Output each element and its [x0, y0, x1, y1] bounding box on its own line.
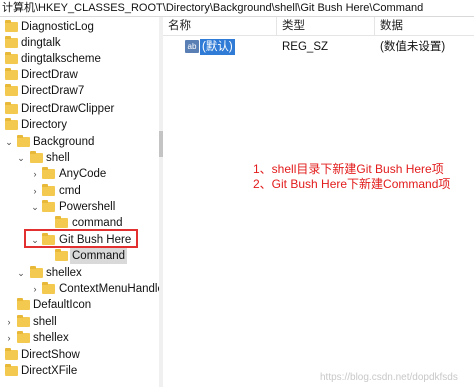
tree-item-directdraw7[interactable]: DirectDraw7 [0, 83, 162, 99]
tree-item-label: DirectXFile [21, 365, 78, 377]
tree-item-label: shell [46, 152, 70, 164]
tree-item-shell-2[interactable]: › shell [0, 314, 162, 330]
folder-icon [5, 52, 18, 64]
folder-icon [5, 36, 18, 48]
tree-item-contextmenuhandler[interactable]: › ContextMenuHandler [0, 281, 163, 297]
folder-icon [55, 216, 68, 228]
tree-item-defaulticon[interactable]: DefaultIcon [0, 297, 162, 313]
list-header: 名称 类型 数据 [163, 17, 474, 36]
value-data: (数值未设置) [380, 41, 446, 53]
folder-icon [5, 20, 18, 32]
folder-icon [30, 266, 43, 278]
folder-icon [5, 84, 18, 96]
column-header-name[interactable]: 名称 [163, 17, 277, 36]
tree-item-label: shell [33, 316, 57, 328]
tree-item-cmd[interactable]: › cmd [0, 183, 162, 199]
tree-item-directory[interactable]: Directory [0, 117, 162, 133]
tree-item-label: DiagnosticLog [21, 21, 94, 33]
folder-icon [30, 151, 43, 163]
tree-item-dingtalk[interactable]: dingtalk [0, 35, 162, 51]
folder-icon [42, 167, 55, 179]
folder-icon [55, 249, 68, 261]
folder-icon [42, 184, 55, 196]
folder-icon [17, 315, 30, 327]
folder-icon [17, 331, 30, 343]
folder-icon [5, 364, 18, 376]
chevron-down-icon[interactable]: ⌄ [16, 150, 26, 166]
tree-item-label: dingtalkscheme [21, 53, 101, 65]
tree-item-command-selected[interactable]: Command [0, 248, 162, 264]
tree-item-label: DirectDraw [21, 69, 78, 81]
highlight-box [24, 229, 138, 248]
watermark: https://blog.csdn.net/dopdkfsds [320, 372, 458, 383]
tree-item-label: Directory [21, 119, 68, 131]
annotation-line-1: 1、shell目录下新建Git Bush Here项 [253, 162, 444, 176]
tree-item-label: DirectDraw7 [21, 85, 85, 97]
folder-icon [5, 102, 18, 114]
tree-item-label: Background [33, 136, 95, 148]
tree-item-directxfile[interactable]: DirectXFile [0, 363, 162, 379]
tree-item-shellex-2[interactable]: › shellex [0, 330, 162, 346]
tree-scrollbar[interactable] [159, 17, 163, 387]
value-type: REG_SZ [282, 41, 329, 53]
annotation-line-2: 2、Git Bush Here下新建Command项 [253, 177, 451, 191]
tree-item-shellex[interactable]: ⌄ shellex [0, 265, 162, 281]
tree-item-label: Command [70, 248, 128, 264]
tree-item-directshow[interactable]: DirectShow [0, 347, 162, 363]
chevron-down-icon[interactable]: ⌄ [30, 199, 40, 215]
tree-item-label: DirectShow [21, 349, 80, 361]
tree-item-label: ContextMenuHandler [59, 283, 163, 295]
folder-icon [42, 200, 55, 212]
chevron-right-icon[interactable]: › [4, 330, 14, 346]
tree-item-dingtalkscheme[interactable]: dingtalkscheme [0, 51, 162, 67]
chevron-right-icon[interactable]: › [30, 281, 40, 297]
tree-item-label: DefaultIcon [33, 299, 92, 311]
chevron-down-icon[interactable]: ⌄ [4, 134, 14, 150]
tree-item-label: shellex [46, 267, 82, 279]
folder-icon [5, 348, 18, 360]
tree-item-background[interactable]: ⌄ Background [0, 134, 162, 150]
tree-item-label: dingtalk [21, 37, 61, 49]
tree-item-label: Powershell [59, 201, 116, 213]
list-item[interactable]: ab (默认) REG_SZ (数值未设置) [163, 38, 474, 56]
scrollbar-thumb[interactable] [159, 131, 163, 157]
tree-item-label: AnyCode [59, 168, 107, 180]
tree-item-label: cmd [59, 185, 81, 197]
chevron-right-icon[interactable]: › [4, 314, 14, 330]
tree-item-directdrawclipper[interactable]: DirectDrawClipper [0, 101, 162, 117]
folder-icon [5, 118, 18, 130]
registry-tree: DiagnosticLog dingtalk dingtalkscheme Di… [0, 17, 163, 387]
tree-item-shell[interactable]: ⌄ shell [0, 150, 162, 166]
value-name: (默认) [200, 39, 235, 55]
folder-icon [17, 298, 30, 310]
folder-icon [5, 68, 18, 80]
tree-item-label: shellex [33, 332, 69, 344]
tree-item-directdraw[interactable]: DirectDraw [0, 67, 162, 83]
tree-item-diagnosticlog[interactable]: DiagnosticLog [0, 19, 162, 35]
chevron-right-icon[interactable]: › [30, 183, 40, 199]
chevron-down-icon[interactable]: ⌄ [16, 265, 26, 281]
folder-icon [17, 135, 30, 147]
column-header-data[interactable]: 数据 [375, 17, 474, 36]
tree-item-anycode[interactable]: › AnyCode [0, 166, 162, 182]
tree-item-label: DirectDrawClipper [21, 103, 115, 115]
folder-icon [42, 282, 55, 294]
tree-item-powershell[interactable]: ⌄ Powershell [0, 199, 162, 215]
column-header-type[interactable]: 类型 [277, 17, 375, 36]
chevron-right-icon[interactable]: › [30, 166, 40, 182]
address-bar[interactable]: 计算机\HKEY_CLASSES_ROOT\Directory\Backgrou… [0, 0, 474, 17]
string-value-icon: ab [185, 40, 199, 53]
